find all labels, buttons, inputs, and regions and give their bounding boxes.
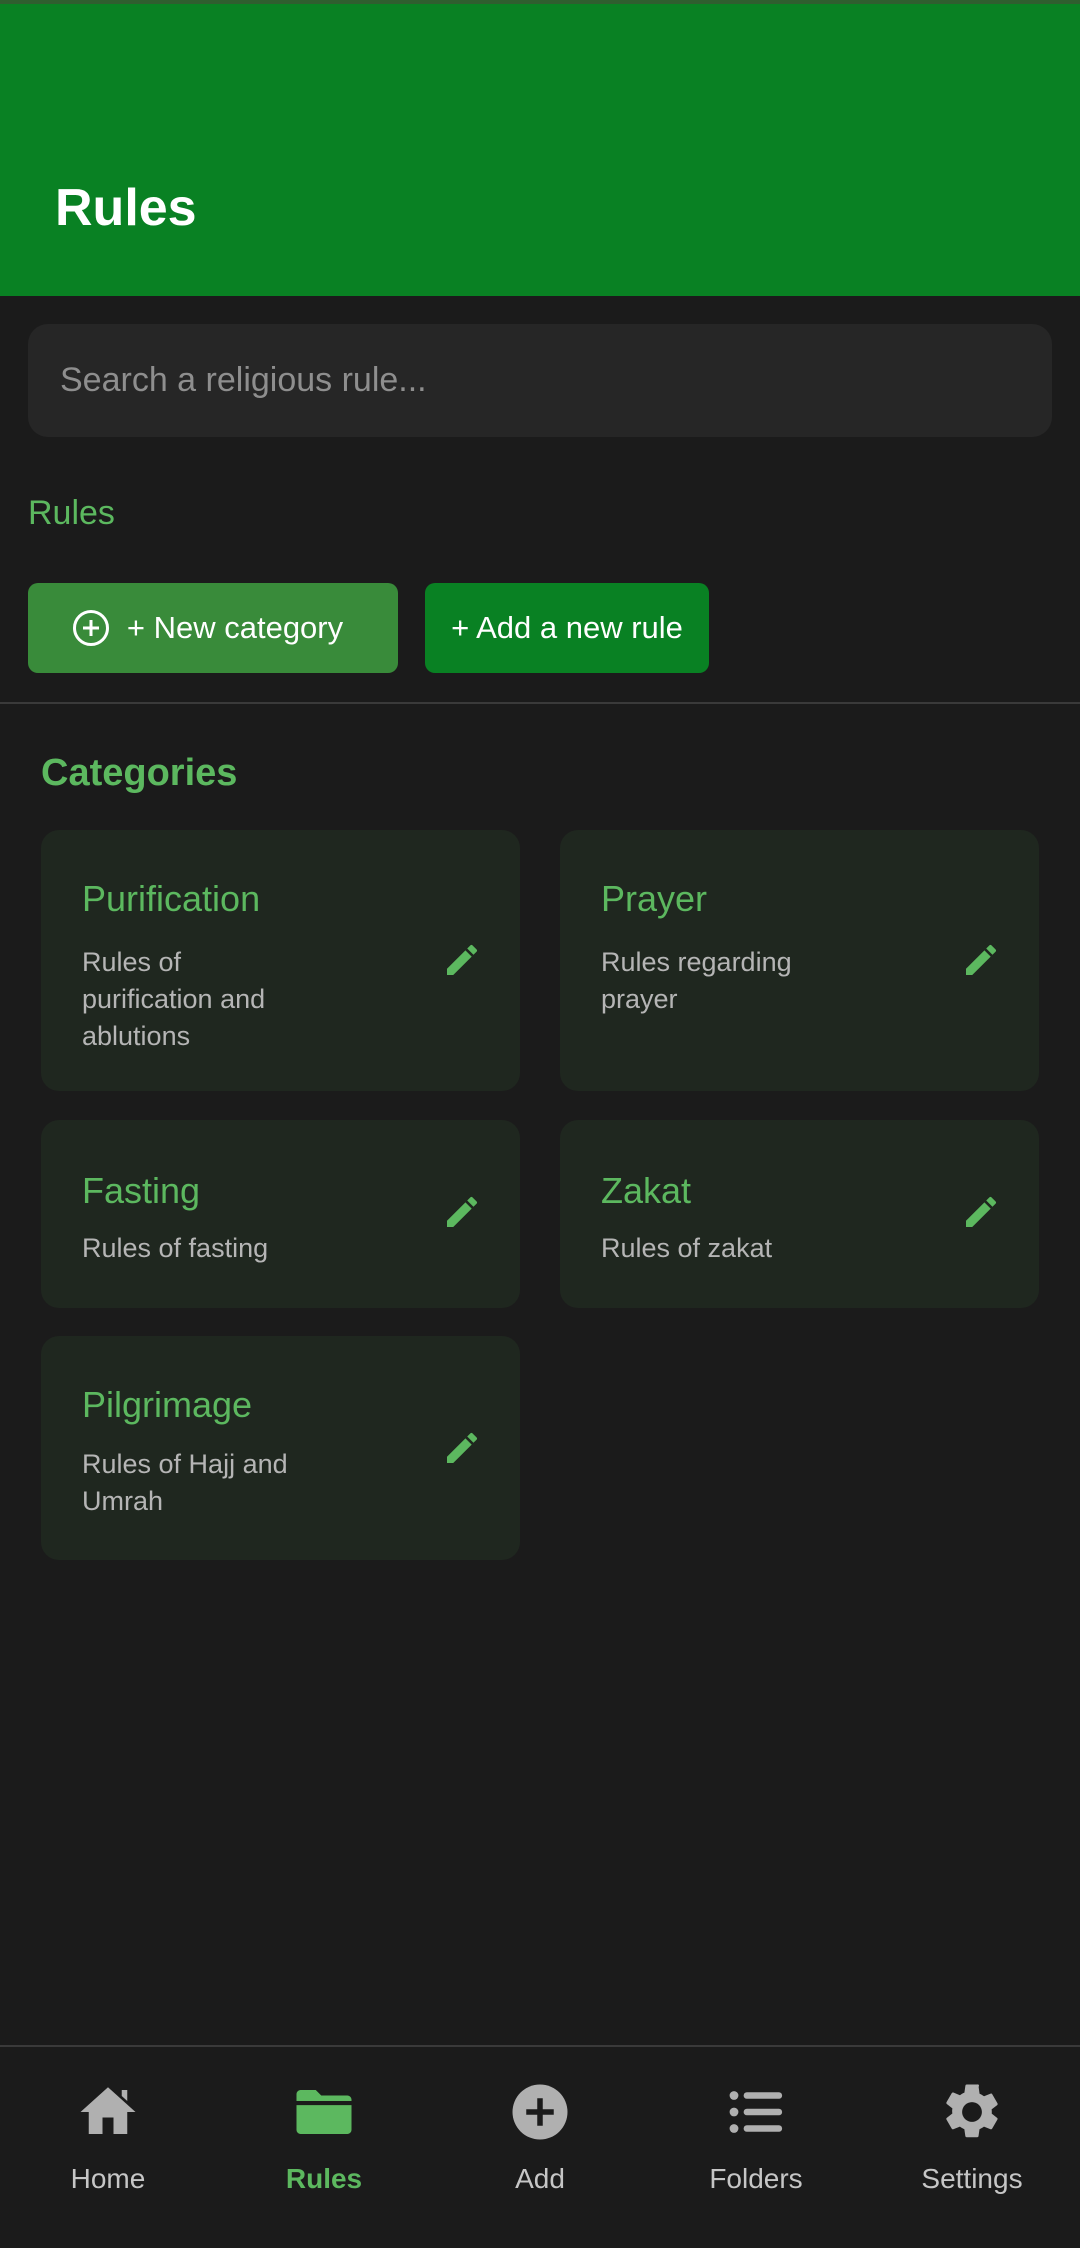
category-card-purification[interactable]: Purification Rules of purification and a… [41, 830, 520, 1091]
category-title: Zakat [601, 1170, 692, 1211]
category-description: Rules of purification and ablutions [82, 947, 266, 1051]
search-input[interactable] [60, 361, 1052, 400]
add-circle-icon [72, 610, 109, 646]
nav-home[interactable]: Home [0, 2047, 216, 2248]
category-description: Rules of Hajj and Umrah [82, 1449, 288, 1516]
nav-rules[interactable]: Rules [216, 2047, 432, 2248]
category-card-fasting[interactable]: Fasting Rules of fasting [41, 1120, 520, 1308]
add-rule-button[interactable]: + Add a new rule [425, 583, 709, 673]
list-icon [729, 2091, 783, 2133]
category-description: Rules regarding prayer [601, 947, 792, 1014]
nav-label: Settings [921, 2163, 1023, 2194]
app-screen: Rules Rules + New category + Add a new r… [0, 0, 1080, 2248]
page-title: Rules [55, 179, 197, 237]
category-description: Rules of zakat [601, 1233, 773, 1263]
new-category-label: + New category [126, 610, 344, 645]
gear-icon [946, 2084, 998, 2138]
nav-label: Add [515, 2163, 565, 2194]
categories-heading: Categories [41, 752, 238, 794]
bottom-nav: Home Rules Add Folders Settings [0, 2047, 1080, 2248]
category-title: Prayer [601, 878, 708, 919]
edit-pencil-icon[interactable] [442, 940, 482, 980]
edit-pencil-icon[interactable] [961, 940, 1001, 980]
category-title: Fasting [82, 1170, 201, 1211]
category-description: Rules of fasting [82, 1233, 269, 1263]
divider [0, 702, 1080, 704]
folder-icon [296, 2090, 352, 2134]
edit-pencil-icon[interactable] [442, 1192, 482, 1232]
new-category-button[interactable]: + New category [28, 583, 398, 673]
category-title: Purification [82, 878, 261, 919]
category-card-zakat[interactable]: Zakat Rules of zakat [560, 1120, 1039, 1308]
nav-label: Home [70, 2163, 146, 2194]
breadcrumb[interactable]: Rules [28, 494, 115, 533]
edit-pencil-icon[interactable] [442, 1428, 482, 1468]
home-icon [80, 2087, 136, 2134]
nav-folders[interactable]: Folders [648, 2047, 864, 2248]
category-title: Pilgrimage [82, 1384, 253, 1425]
edit-pencil-icon[interactable] [961, 1192, 1001, 1232]
add-rule-label: + Add a new rule [451, 610, 683, 645]
category-card-prayer[interactable]: Prayer Rules regarding prayer [560, 830, 1039, 1091]
nav-label: Rules [285, 2163, 363, 2194]
category-card-pilgrimage[interactable]: Pilgrimage Rules of Hajj and Umrah [41, 1336, 520, 1560]
search-box[interactable] [28, 324, 1052, 437]
add-circle-icon [512, 2084, 568, 2140]
nav-label: Folders [709, 2163, 803, 2194]
app-bar: Rules [0, 4, 1080, 296]
nav-add[interactable]: Add [432, 2047, 648, 2248]
nav-settings[interactable]: Settings [864, 2047, 1080, 2248]
